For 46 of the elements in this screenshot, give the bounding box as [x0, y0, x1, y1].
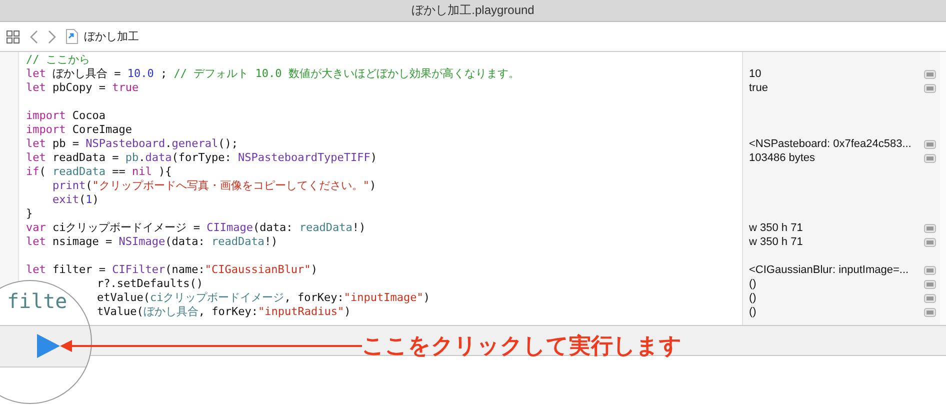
code-line: let nsimage = NSImage(data: readData!): [26, 235, 278, 248]
code-line: let ぼかし具合 = 10.0 ; // デフォルト 10.0 数値が大きいほどぼかし効果が高くなります。: [26, 67, 520, 80]
preview-icon[interactable]: [924, 266, 936, 274]
result-value: 103486 bytes: [749, 152, 816, 164]
result-value: w 350 h 71: [749, 236, 803, 248]
magnified-code: filte: [7, 289, 68, 313]
code-line: etValue(ciクリップボードイメージ, forKey:"inputImage"): [97, 291, 430, 304]
preview-icon[interactable]: [924, 224, 936, 232]
code-line: var ciクリップボードイメージ = CIImage(data: readData!): [26, 221, 366, 234]
result-value: 10: [749, 68, 762, 80]
preview-icon[interactable]: [924, 280, 936, 288]
forward-icon[interactable]: [48, 30, 56, 44]
code-line: print("クリップボードへ写真・画像をコピーしてください。"): [52, 179, 376, 192]
result-value: (): [749, 306, 756, 318]
preview-icon[interactable]: [924, 154, 936, 162]
code-line: import Cocoa: [26, 109, 106, 122]
code-line: }: [26, 207, 33, 220]
code-line: if( readData == nil ){: [26, 165, 172, 178]
result-value: (): [749, 292, 756, 304]
result-value: <CIGaussianBlur: inputImage=...: [749, 264, 909, 276]
preview-icon[interactable]: [924, 140, 936, 148]
code-line: let pbCopy = true: [26, 81, 139, 94]
result-value: <NSPasteboard: 0x7fea24c583...: [749, 138, 912, 150]
code-line: exit(1): [52, 193, 99, 206]
back-icon[interactable]: [30, 30, 38, 44]
result-value: w 350 h 71: [749, 222, 803, 234]
code-line: tValue(ぼかし具合, forKey:"inputRadius"): [97, 305, 351, 318]
code-line: // ここから: [26, 53, 90, 66]
code-line: let pb = NSPasteboard.general();: [26, 137, 238, 150]
code-line: r?.setDefaults(): [97, 277, 203, 290]
code-line: let readData = pb.data(forType: NSPasteboardTypeTIFF): [26, 151, 378, 164]
preview-icon[interactable]: [924, 294, 936, 302]
preview-icon[interactable]: [924, 238, 936, 246]
preview-icon[interactable]: [924, 84, 936, 92]
result-value: (): [749, 278, 756, 290]
result-value: true: [749, 82, 768, 94]
code-line: let filter = CIFilter(name:"CIGaussianBlur"): [26, 263, 318, 276]
window-title: ぼかし加工.playground: [412, 2, 534, 19]
grid-icon[interactable]: [6, 30, 20, 44]
code-line: import CoreImage: [26, 123, 132, 136]
file-icon: [66, 29, 78, 44]
annotation-text: ここをクリックして実行します: [362, 332, 682, 360]
preview-icon[interactable]: [924, 70, 936, 78]
preview-icon[interactable]: [924, 308, 936, 316]
file-name: ぼかし加工: [84, 30, 139, 44]
play-icon[interactable]: [35, 333, 61, 359]
